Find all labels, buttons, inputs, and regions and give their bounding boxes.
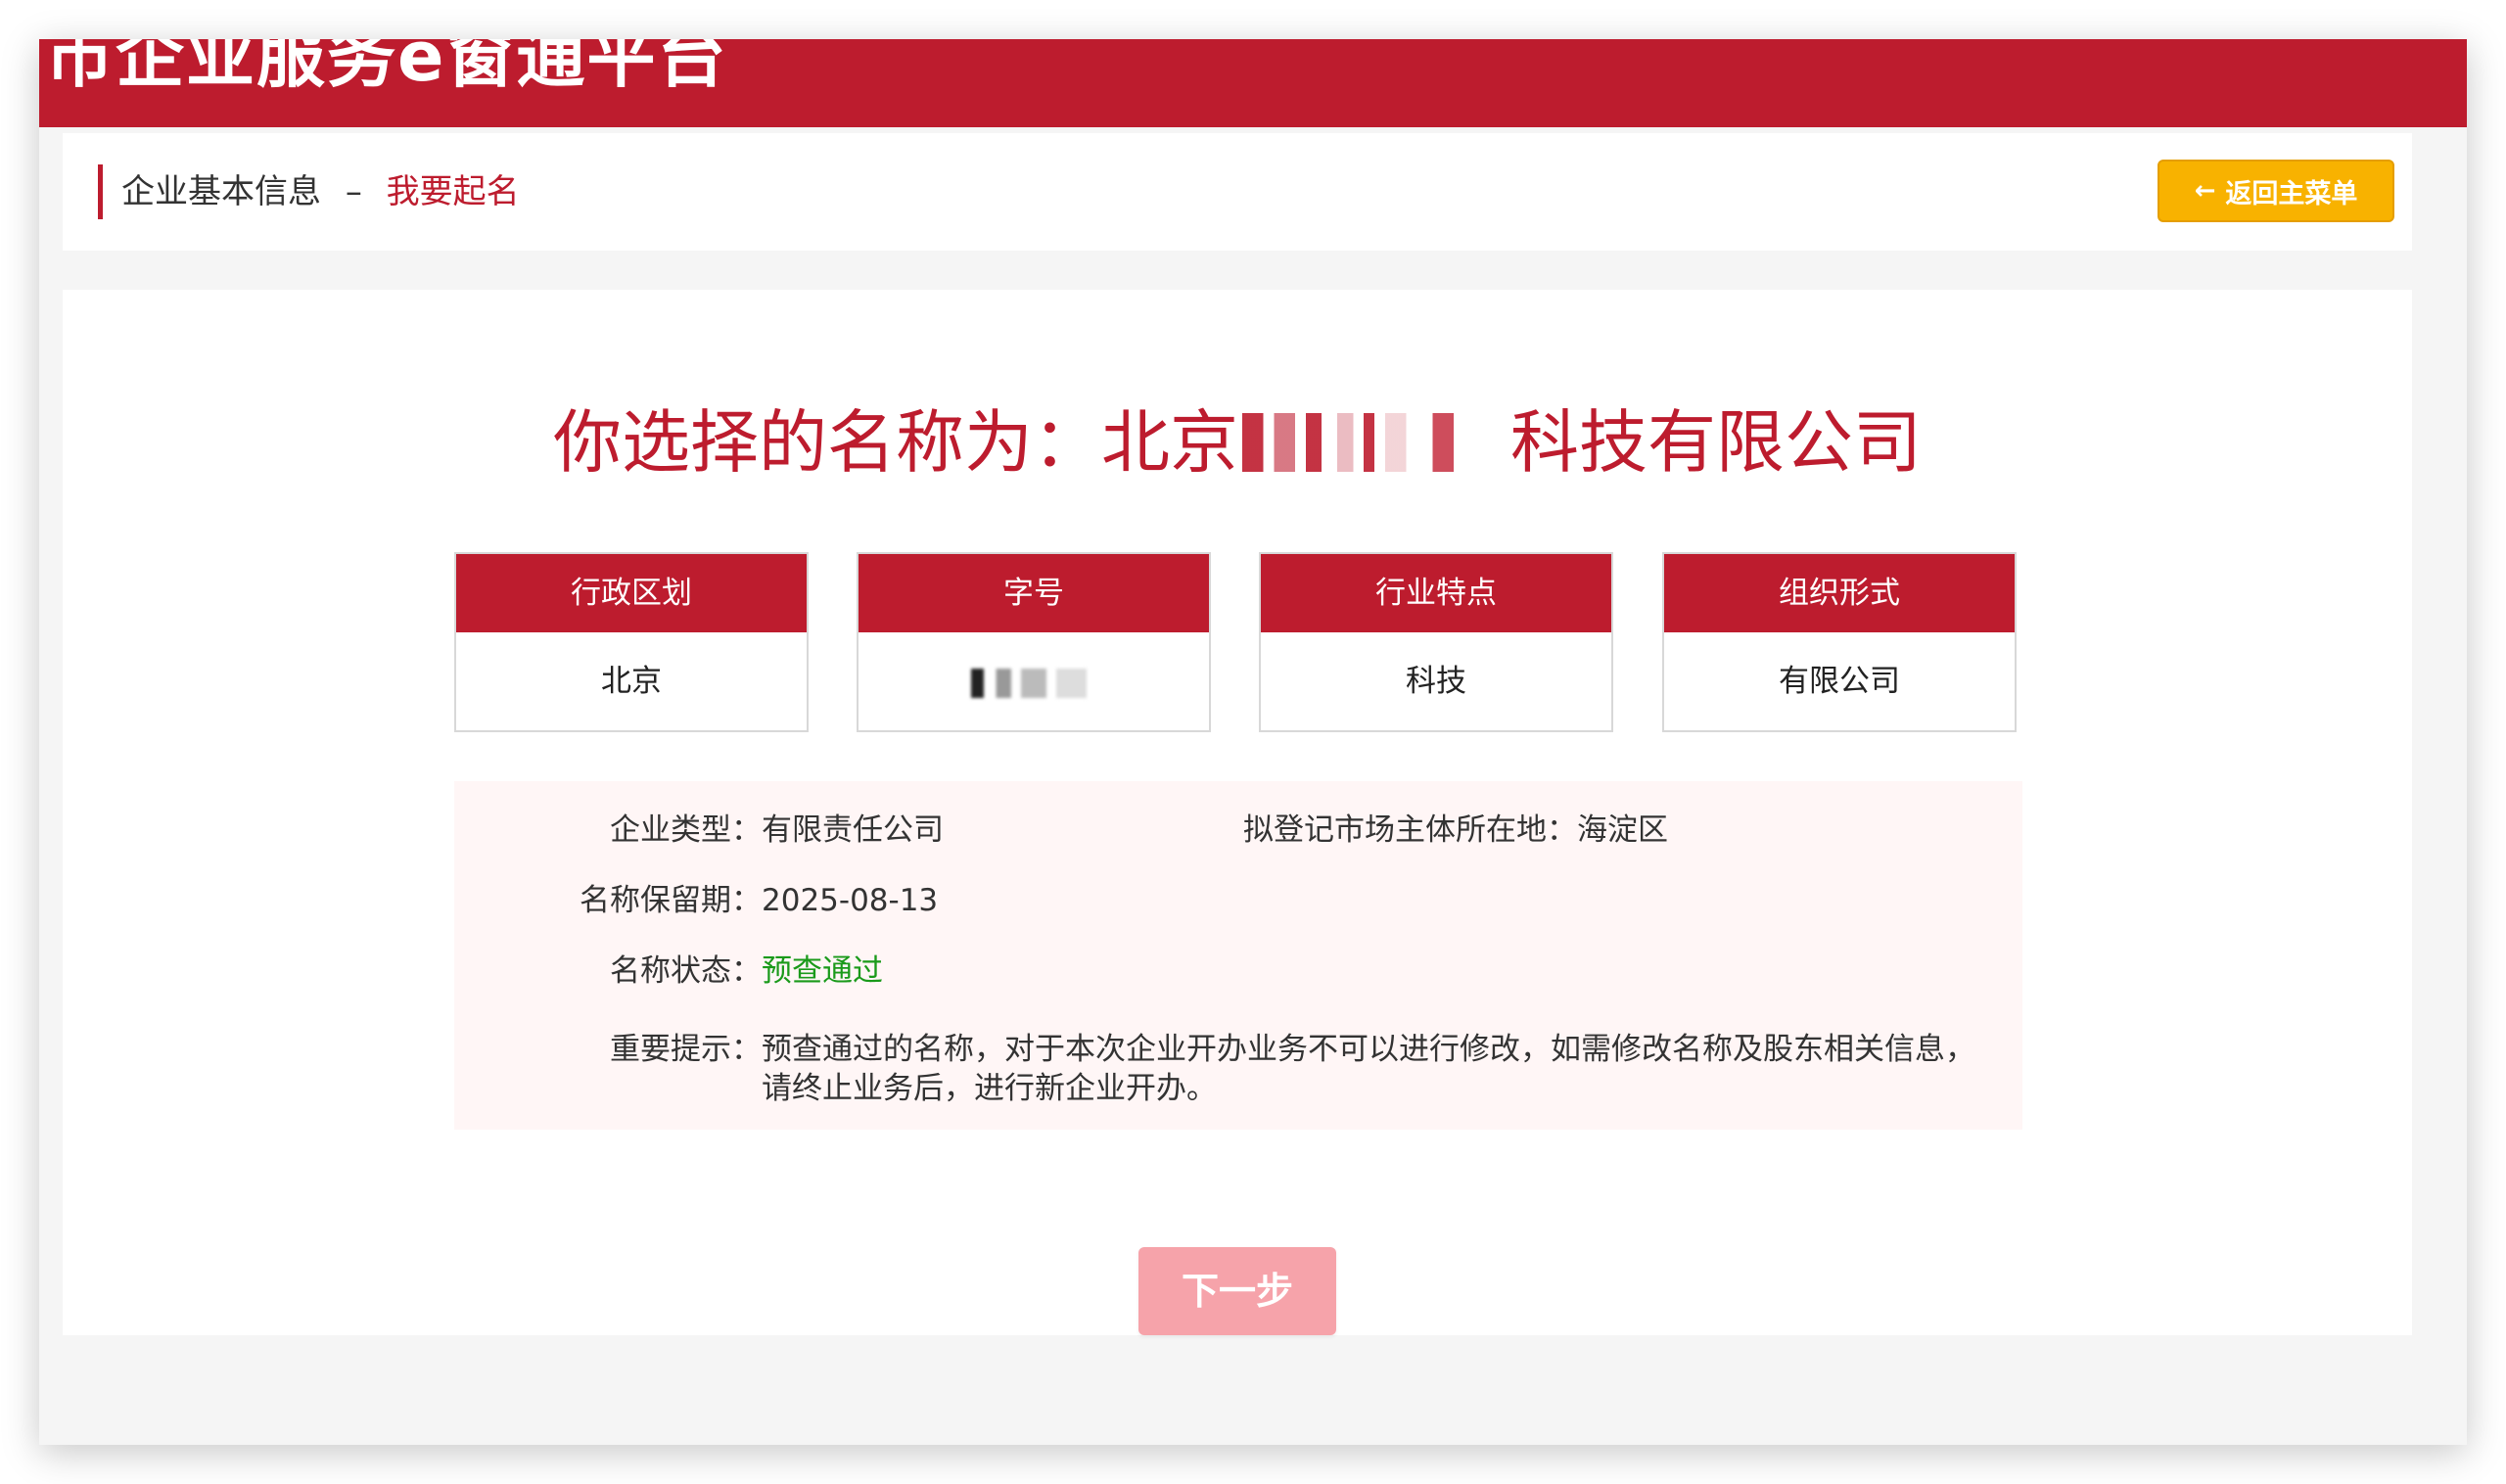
reserve-period-value: 2025-08-13 — [762, 883, 939, 918]
segment-region: 行政区划 北京 — [454, 552, 809, 732]
next-step-button[interactable]: 下一步 — [1138, 1247, 1336, 1335]
location-value: 海淀区 — [1577, 812, 1668, 848]
important-tip-label-row: 重要提示： — [501, 1030, 762, 1069]
name-details-panel: 企业类型：有限责任公司 拟登记市场主体所在地：海淀区 名称保留期：2025-08… — [454, 781, 2022, 1130]
arrow-left-icon: ← — [2194, 176, 2216, 206]
segment-region-value: 北京 — [601, 664, 662, 699]
important-tip-label: 重要提示： — [610, 1032, 762, 1067]
name-segments: 行政区划 北京 字号 行业特点 科技 组织形式 有限公司 — [63, 552, 2412, 734]
breadcrumb-parent[interactable]: 企业基本信息 — [121, 172, 321, 211]
header-accent-bar — [98, 164, 103, 219]
name-result-card: 你选择的名称为：北京 科技有限公司 行政区划 北京 字号 行业特点 科技 组织形式… — [63, 290, 2412, 1335]
back-to-main-menu-button[interactable]: ← 返回主菜单 — [2158, 160, 2394, 222]
segment-trade-name: 字号 — [857, 552, 1211, 732]
name-status-value: 预查通过 — [762, 953, 883, 989]
reserve-period-label: 名称保留期： — [580, 883, 762, 918]
segment-trade-name-value — [859, 632, 1209, 730]
segment-region-header: 行政区划 — [456, 554, 807, 632]
segment-industry-value: 科技 — [1406, 664, 1466, 699]
name-status-row: 名称状态：预查通过 — [501, 951, 883, 991]
segment-trade-name-header: 字号 — [859, 554, 1209, 632]
selected-name-suffix: 科技有限公司 — [1510, 402, 1922, 483]
reserve-period-row: 名称保留期：2025-08-13 — [501, 881, 938, 920]
segment-industry: 行业特点 科技 — [1259, 552, 1613, 732]
redacted-name-mosaic — [1242, 413, 1507, 472]
back-button-label: 返回主菜单 — [2225, 178, 2358, 209]
segment-industry-header: 行业特点 — [1261, 554, 1611, 632]
selected-name-prefix: 你选择的名称为：北京 — [553, 402, 1238, 483]
name-status-label: 名称状态： — [610, 953, 762, 989]
redacted-trade-name — [971, 668, 1096, 698]
enterprise-type-value: 有限责任公司 — [762, 812, 944, 848]
platform-title: 市企业服务e窗通平台 — [45, 39, 728, 97]
selected-name-heading: 你选择的名称为：北京 科技有限公司 — [63, 388, 2412, 487]
enterprise-type-row: 企业类型：有限责任公司 — [501, 811, 944, 850]
breadcrumb-separator: – — [345, 172, 362, 211]
breadcrumb-current: 我要起名 — [386, 172, 520, 211]
location-row: 拟登记市场主体所在地：海淀区 — [1243, 811, 1668, 850]
segment-org-form-value: 有限公司 — [1779, 664, 1900, 699]
enterprise-type-label: 企业类型： — [610, 812, 762, 848]
page-header: 企业基本信息 – 我要起名 ← 返回主菜单 — [63, 133, 2412, 251]
segment-org-form-header: 组织形式 — [1664, 554, 2015, 632]
important-tip-text: 预查通过的名称，对于本次企业开办业务不可以进行修改，如需修改名称及股东相关信息，… — [762, 1032, 1975, 1106]
top-banner: 市企业服务e窗通平台 — [39, 39, 2467, 127]
breadcrumb: 企业基本信息 – 我要起名 — [121, 168, 520, 215]
location-label: 拟登记市场主体所在地： — [1243, 812, 1577, 848]
segment-org-form: 组织形式 有限公司 — [1662, 552, 2017, 732]
app-window: 市企业服务e窗通平台 企业基本信息 – 我要起名 ← 返回主菜单 你选择的名称为… — [39, 39, 2467, 1445]
